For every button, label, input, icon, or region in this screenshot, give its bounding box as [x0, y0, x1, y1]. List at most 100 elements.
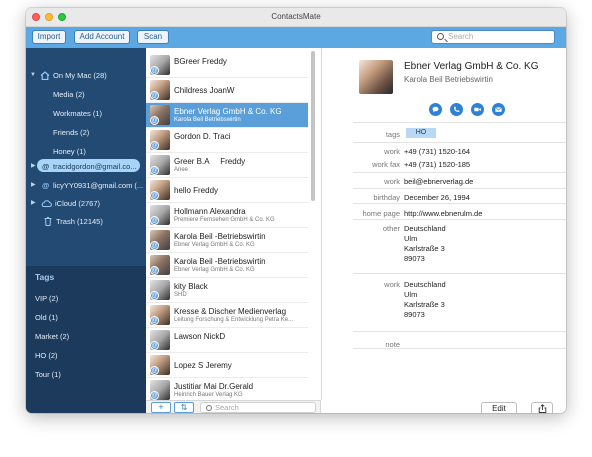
account-badge-icon: @: [150, 266, 159, 275]
sidebar-item-label: Friends (2): [53, 128, 90, 137]
sidebar-item-label: iCloud (2767): [55, 199, 101, 208]
email-button[interactable]: [492, 103, 505, 116]
contact-name: Lopez S Jeremy: [174, 361, 232, 370]
disclosure-right-icon[interactable]: ▶: [31, 195, 36, 212]
contact-row[interactable]: @ Karola Beil -Betriebswirtin Ebner Verl…: [146, 228, 308, 253]
contact-row[interactable]: @ Karola Beil -Betriebswirtin Ebner Verl…: [146, 253, 308, 278]
contact-name-heading: Ebner Verlag GmbH & Co. KG: [404, 61, 539, 72]
sidebar-item-label: Media (2): [53, 90, 85, 99]
contact-subtitle: Heinrich Bauer Verlag KG: [174, 392, 243, 398]
work-address-line: Ulm: [404, 290, 418, 299]
avatar: @: [150, 280, 170, 300]
home-page-value[interactable]: http://www.ebnerulm.de: [404, 209, 482, 218]
toolbar-search-field[interactable]: Search: [431, 30, 555, 44]
import-button[interactable]: Import: [32, 30, 66, 44]
avatar: @: [150, 205, 170, 225]
sidebar-item-label: Trash (12145): [56, 217, 103, 226]
contact-row[interactable]: @ Lopez S Jeremy: [146, 353, 308, 378]
at-icon: @: [42, 181, 50, 190]
list-search-field[interactable]: Search: [200, 402, 316, 413]
contact-row[interactable]: @ Greer B.A Freddy Anee: [146, 153, 308, 178]
contact-row[interactable]: @ kity Black SHD: [146, 278, 308, 303]
tag-item-old[interactable]: Old (1): [35, 313, 58, 322]
sort-button[interactable]: ⇅: [174, 402, 194, 413]
divider: [353, 188, 566, 189]
contact-row[interactable]: @ Lawson NickD: [146, 328, 308, 353]
tag-item-market[interactable]: Market (2): [35, 332, 69, 341]
contact-row[interactable]: @ Justitiar Mai Dr.Gerald Heinrich Bauer…: [146, 378, 308, 400]
contact-subtitle: Anee: [174, 167, 189, 173]
divider: [353, 331, 566, 332]
zoom-window-button[interactable]: [58, 13, 66, 21]
house-icon: [40, 71, 50, 80]
contact-row[interactable]: @ Childress JoanW: [146, 78, 308, 103]
contact-name: kity Black: [174, 282, 208, 291]
toolbar: Import Add Account Scan Search: [26, 27, 566, 48]
add-account-button[interactable]: Add Account: [74, 30, 130, 44]
work-phone-value[interactable]: +49 (731) 1520-164: [404, 147, 470, 156]
contact-row[interactable]: @ Hollmann Alexandra Premiere Fernsehen …: [146, 203, 308, 228]
birthday-value: December 26, 1994: [404, 193, 470, 202]
account-badge-icon: @: [150, 216, 159, 225]
video-button[interactable]: [471, 103, 484, 116]
avatar: @: [150, 355, 170, 375]
edit-button[interactable]: Edit: [481, 402, 517, 413]
add-contact-button[interactable]: +: [151, 402, 171, 413]
contact-subtitle: Leitung Forschung & Entwicklung Petra Ke…: [174, 317, 294, 323]
contact-name: Gordon D. Traci: [174, 132, 231, 141]
list-footer: + ⇅ Search: [146, 400, 321, 413]
account-badge-icon: @: [150, 316, 159, 325]
close-window-button[interactable]: [32, 13, 40, 21]
sidebar-item-media[interactable]: Media (2): [53, 86, 85, 103]
scan-button[interactable]: Scan: [137, 30, 169, 44]
phone-icon: [453, 106, 460, 112]
disclosure-right-icon[interactable]: ▶: [31, 158, 36, 175]
work-email-value[interactable]: beil@ebnerverlag.de: [404, 177, 473, 186]
account-badge-icon: @: [150, 341, 159, 350]
work-phone-label: work: [384, 147, 400, 156]
disclosure-down-icon[interactable]: ▼: [30, 67, 36, 84]
contact-row-selected[interactable]: @ Ebner Verlag GmbH & Co. KG Karola Beil…: [146, 103, 308, 128]
phone-button[interactable]: [450, 103, 463, 116]
at-icon: @: [42, 162, 50, 171]
minimize-window-button[interactable]: [45, 13, 53, 21]
work-fax-label: work fax: [372, 160, 400, 169]
share-button[interactable]: [531, 402, 553, 413]
account-badge-icon: @: [150, 116, 159, 125]
tag-chip[interactable]: HO: [406, 128, 436, 138]
account-badge-icon: @: [150, 66, 159, 75]
tag-item-tour[interactable]: Tour (1): [35, 370, 61, 379]
sidebar-item-label: Workmates (1): [53, 109, 103, 118]
contact-row[interactable]: @ Gordon D. Traci: [146, 128, 308, 153]
work-address-line: Karlstraße 3: [404, 300, 445, 309]
contact-subtitle: Ebner Verlag GmbH & Co. KG: [174, 267, 255, 273]
birthday-label: birthday: [373, 193, 400, 202]
cloud-icon: [41, 200, 52, 207]
sidebar-item-tracidgordon[interactable]: ▶ @ tracidgordon@gmail.co...: [26, 158, 146, 175]
tag-item-vip[interactable]: VIP (2): [35, 294, 58, 303]
work-email-label: work: [384, 177, 400, 186]
sidebar-item-workmates[interactable]: Workmates (1): [53, 105, 102, 122]
other-address-line: Ulm: [404, 234, 418, 243]
contact-name: Childress JoanW: [174, 86, 235, 95]
trash-icon: [44, 217, 52, 226]
divider: [353, 273, 566, 274]
disclosure-right-icon[interactable]: ▶: [31, 177, 36, 194]
other-address-label: other: [382, 224, 400, 233]
search-placeholder: Search: [448, 32, 474, 41]
contact-row[interactable]: @ Kresse & Discher Medienverlag Leitung …: [146, 303, 308, 328]
contact-row[interactable]: @ BGreer Freddy: [146, 53, 308, 78]
sidebar-item-label: licyYY0931@gmail.com (...: [53, 181, 144, 190]
message-button[interactable]: [429, 103, 442, 116]
window-title: ContactsMate: [271, 12, 321, 21]
sidebar-item-friends[interactable]: Friends (2): [53, 124, 89, 141]
contact-name: Justitiar Mai Dr.Gerald: [174, 382, 254, 391]
contact-name: hello Freddy: [174, 186, 219, 195]
work-fax-value[interactable]: +49 (731) 1520-185: [404, 160, 470, 169]
list-scrollbar[interactable]: [311, 51, 315, 201]
contact-row[interactable]: @ hello Freddy: [146, 178, 308, 203]
contact-photo[interactable]: [359, 60, 393, 94]
avatar: @: [150, 380, 170, 400]
tag-item-ho[interactable]: HO (2): [35, 351, 58, 360]
divider: [353, 203, 566, 204]
